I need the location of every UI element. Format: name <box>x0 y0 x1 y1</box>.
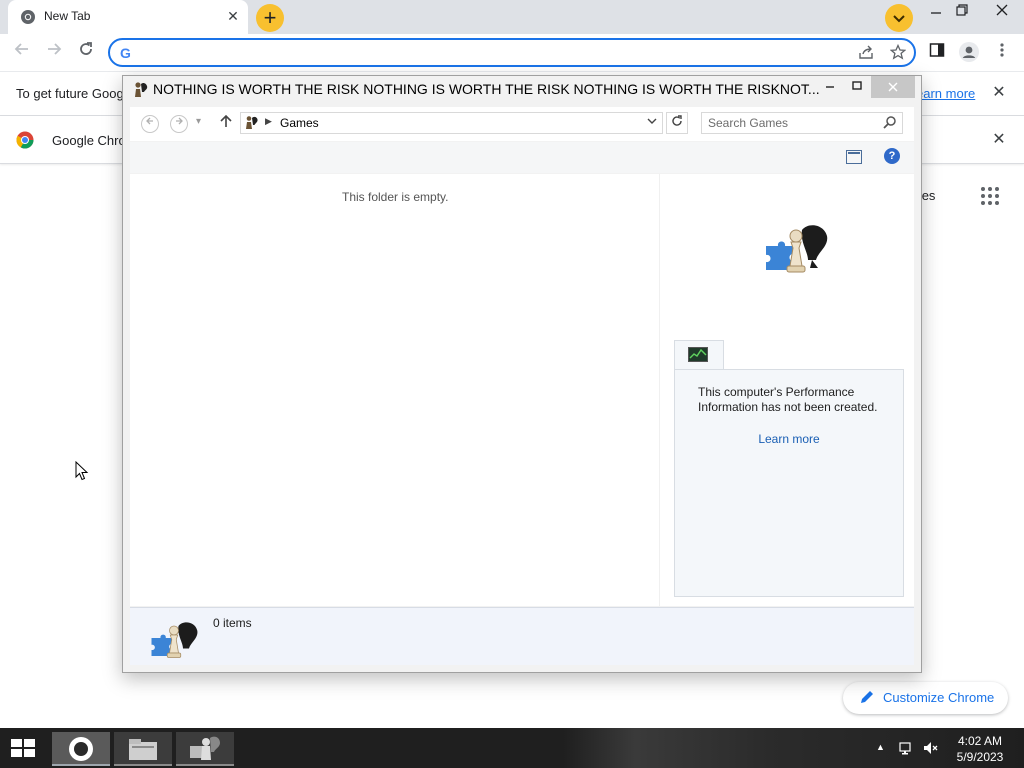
item-count-label: 0 items <box>213 616 252 630</box>
explorer-window-title: NOTHING IS WORTH THE RISK NOTHING IS WOR… <box>153 81 820 97</box>
forward-arrow-icon <box>176 117 183 125</box>
windows-taskbar: ▲ 4:02 AM 5/9/2023 <box>0 728 1024 768</box>
performance-tab[interactable] <box>674 340 724 370</box>
network-icon[interactable] <box>898 740 914 756</box>
chrome-tab-strip: New Tab ✕ + <box>0 0 1024 34</box>
google-g-icon: G <box>120 45 131 61</box>
games-explorer-logo-icon <box>766 225 828 273</box>
taskbar-games-button[interactable] <box>176 732 234 766</box>
customize-chrome-button[interactable]: Customize Chrome <box>843 682 1008 714</box>
search-games-box[interactable] <box>701 112 903 134</box>
reload-button[interactable] <box>74 41 98 65</box>
taskbar-file-explorer-button[interactable] <box>114 732 172 766</box>
explorer-maximize-button[interactable] <box>845 76 869 98</box>
search-icon[interactable] <box>882 115 898 131</box>
performance-monitor-icon <box>688 347 708 362</box>
explorer-command-bar: ? <box>130 142 914 173</box>
learn-more-link[interactable]: earn more <box>916 86 975 101</box>
profile-avatar-icon <box>959 42 979 62</box>
infobar-close-icon[interactable]: ✕ <box>990 84 1008 102</box>
address-dropdown-icon[interactable] <box>647 116 657 129</box>
breadcrumb-separator-icon[interactable]: ▶ <box>265 116 272 127</box>
games-explorer-logo-icon <box>151 622 198 658</box>
performance-info-text: This computer's Performance Information … <box>698 385 878 414</box>
refresh-icon <box>672 115 682 126</box>
forward-arrow-icon <box>48 43 62 55</box>
clock-time[interactable]: 4:02 AM <box>952 734 1008 748</box>
performance-info-panel: This computer's Performance Information … <box>674 369 904 597</box>
google-apps-icon[interactable] <box>980 186 1000 206</box>
games-folder-icon <box>135 82 148 97</box>
help-icon[interactable]: ? <box>884 148 900 164</box>
explorer-forward-button[interactable] <box>170 115 188 133</box>
address-games-crumb[interactable]: Games <box>280 116 319 130</box>
taskbar-chrome-button[interactable] <box>52 732 110 766</box>
close-icon <box>888 82 898 92</box>
close-icon <box>996 4 1008 16</box>
pane-divider <box>659 174 660 606</box>
games-explorer-window: NOTHING IS WORTH THE RISK NOTHING IS WOR… <box>122 75 922 673</box>
profile-button[interactable] <box>958 42 980 64</box>
explorer-minimize-button[interactable] <box>818 76 842 98</box>
promo-close-icon[interactable]: ✕ <box>990 131 1008 149</box>
volume-muted-icon[interactable] <box>922 740 938 756</box>
customize-chrome-label: Customize Chrome <box>883 690 995 705</box>
new-tab-button[interactable]: + <box>256 4 284 32</box>
mouse-pointer-icon <box>75 461 89 481</box>
restore-icon <box>956 4 968 16</box>
side-panel-button[interactable] <box>926 42 948 64</box>
tab-new-tab[interactable]: New Tab ✕ <box>8 0 248 34</box>
pencil-icon <box>861 691 873 703</box>
search-games-input[interactable] <box>708 115 878 131</box>
chevron-down-icon <box>893 15 905 23</box>
minimize-icon <box>826 86 834 88</box>
windows-start-icon[interactable] <box>8 737 38 759</box>
back-button[interactable] <box>10 41 34 65</box>
forward-button[interactable] <box>42 41 66 65</box>
tab-close-icon[interactable]: ✕ <box>224 7 242 25</box>
up-arrow-icon <box>220 114 232 127</box>
bookmark-star-icon[interactable] <box>889 43 907 62</box>
side-panel-icon <box>929 43 945 57</box>
chrome-favicon-icon <box>21 10 35 24</box>
explorer-refresh-button[interactable] <box>666 112 688 134</box>
explorer-titlebar[interactable]: NOTHING IS WORTH THE RISK NOTHING IS WOR… <box>123 76 921 104</box>
kebab-menu-icon <box>1000 43 1004 57</box>
address-bar[interactable]: ▶ Games <box>240 112 663 134</box>
omnibox[interactable]: G <box>108 38 916 67</box>
omnibox-input[interactable] <box>140 43 840 63</box>
close-window-button[interactable] <box>986 2 1018 22</box>
explorer-back-button[interactable] <box>141 115 159 133</box>
restore-window-button[interactable] <box>946 2 978 22</box>
infobar-text: To get future Goog <box>16 86 124 101</box>
clock-date[interactable]: 5/9/2023 <box>952 750 1008 764</box>
back-arrow-icon <box>146 117 153 125</box>
maximize-icon <box>852 81 862 90</box>
show-hidden-icons-icon[interactable]: ▲ <box>876 742 885 752</box>
games-folder-icon <box>246 116 258 129</box>
explorer-content-area: This folder is empty. This computer's Pe… <box>130 174 914 606</box>
chrome-taskbar-icon <box>69 737 93 761</box>
empty-folder-message: This folder is empty. <box>342 190 449 204</box>
explorer-navigation-bar: ▾ ▶ Games <box>130 107 914 141</box>
chrome-toolbar: G <box>0 34 1024 72</box>
tab-search-button[interactable] <box>885 4 913 32</box>
preview-pane-icon[interactable] <box>846 150 862 164</box>
file-explorer-icon <box>129 739 157 760</box>
minimize-icon <box>931 12 941 14</box>
chrome-logo-icon <box>16 131 34 149</box>
share-icon[interactable] <box>857 44 875 62</box>
games-taskbar-icon <box>190 736 220 760</box>
recent-locations-icon[interactable]: ▾ <box>196 116 201 127</box>
back-arrow-icon <box>14 43 28 55</box>
explorer-close-button[interactable] <box>871 76 915 98</box>
chrome-menu-button[interactable] <box>991 42 1013 64</box>
promo-text: Google Chro <box>52 133 126 148</box>
up-one-level-button[interactable] <box>220 114 232 133</box>
tab-title: New Tab <box>44 9 91 23</box>
explorer-details-pane: 0 items <box>130 607 914 665</box>
performance-learn-more-link[interactable]: Learn more <box>675 432 903 446</box>
reload-icon <box>80 42 92 55</box>
